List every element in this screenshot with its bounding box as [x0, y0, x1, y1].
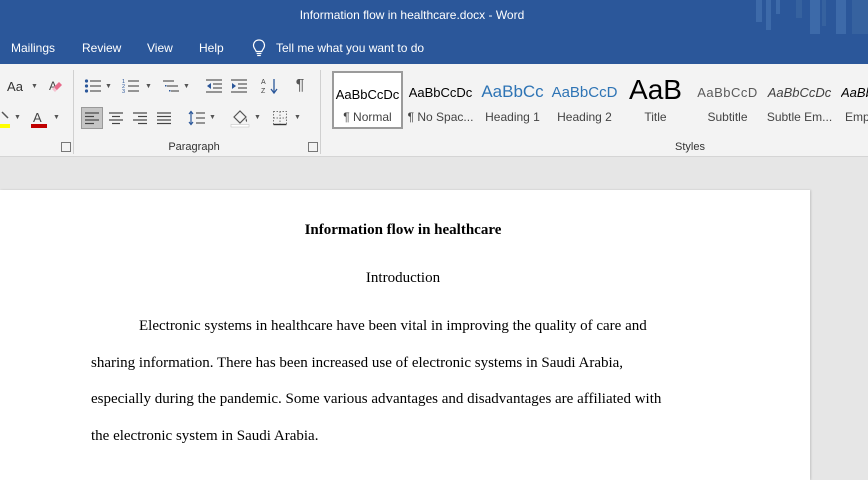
multilevel-list-dropdown-icon[interactable]: ▼	[183, 83, 190, 90]
align-left-icon	[85, 112, 99, 125]
numbering-icon: 1 2 3	[122, 79, 139, 94]
document-page[interactable]: Information flow in healthcare Introduct…	[0, 190, 810, 480]
tell-me-label: Tell me what you want to do	[276, 41, 425, 55]
style-sample: AaBbCcD	[551, 84, 618, 101]
style-label: Subtitle	[707, 110, 748, 124]
increase-indent-button[interactable]	[228, 75, 250, 97]
style-label: Emp	[845, 110, 868, 124]
style-label: Heading 1	[485, 110, 540, 124]
align-right-icon	[133, 112, 147, 125]
style-normal[interactable]: AaBbCcDc ¶ Normal	[332, 71, 403, 129]
shading-dropdown-icon[interactable]: ▼	[254, 114, 261, 121]
style-label: Title	[644, 110, 667, 124]
multilevel-list-button[interactable]	[160, 75, 182, 97]
change-case-button[interactable]: Aa	[0, 76, 30, 96]
group-separator	[320, 70, 321, 154]
sort-button[interactable]: A Z	[259, 75, 281, 97]
style-emphasis[interactable]: AaBbCcDc Emp	[838, 71, 868, 129]
justify-button[interactable]	[153, 107, 175, 129]
paragraph-line: Electronic systems in healthcare have be…	[139, 318, 647, 334]
paint-bucket-icon	[230, 110, 250, 128]
decrease-indent-icon	[206, 79, 222, 93]
ribbon-tabs: Mailings Review View Help Tell me what y…	[0, 34, 868, 64]
style-heading-2[interactable]: AaBbCcD Heading 2	[549, 71, 620, 129]
bullets-icon	[84, 79, 101, 93]
paragraph-line: the electronic system in Saudi Arabia.	[91, 428, 319, 444]
font-color-button[interactable]: A	[28, 108, 50, 130]
ribbon: Aa ▼ A ▼ A ▼ ▼ 1 2 3 ▼ ▼ A Z ¶ ▼ ▼ ▼ Par…	[0, 64, 868, 157]
font-dialog-launcher-icon[interactable]	[61, 142, 71, 152]
style-no-spacing[interactable]: AaBbCcDc ¶ No Spac...	[405, 71, 476, 129]
window-title: Information flow in healthcare.docx - Wo…	[299, 8, 525, 22]
change-case-dropdown-icon[interactable]: ▼	[31, 83, 38, 90]
numbering-button[interactable]: 1 2 3	[120, 75, 142, 97]
multilevel-list-icon	[163, 80, 179, 92]
style-sample: AaBbCc	[481, 82, 544, 101]
style-label: Subtle Em...	[766, 110, 833, 124]
tab-help[interactable]: Help	[199, 41, 224, 55]
style-sample: AaBbCcDc	[335, 87, 400, 102]
highlight-color-dropdown-icon[interactable]: ▼	[14, 114, 21, 121]
tab-review[interactable]: Review	[82, 41, 121, 55]
svg-text:3: 3	[122, 89, 125, 94]
style-subtitle[interactable]: AaBbCcD Subtitle	[692, 71, 763, 129]
style-sample: AaBbCcDc	[841, 85, 868, 100]
svg-text:A: A	[261, 79, 266, 86]
document-title: Information flow in healthcare	[304, 222, 502, 238]
document-heading: Introduction	[365, 270, 441, 286]
align-right-button[interactable]	[129, 107, 151, 129]
align-left-button[interactable]	[81, 107, 103, 129]
font-color-icon: A	[31, 110, 47, 128]
highlighter-icon	[0, 111, 10, 128]
lightbulb-icon	[252, 39, 266, 57]
shading-button[interactable]	[229, 107, 251, 129]
tab-view[interactable]: View	[147, 41, 173, 55]
style-heading-1[interactable]: AaBbCc Heading 1	[477, 71, 548, 129]
bullets-dropdown-icon[interactable]: ▼	[105, 83, 112, 90]
sort-icon: A Z	[261, 79, 278, 95]
pilcrow-icon: ¶	[295, 77, 305, 94]
document-area: Information flow in healthcare Introduct…	[0, 157, 868, 480]
paragraph-line: especially during the pandemic. Some var…	[91, 391, 662, 407]
style-sample: AaBbCcD	[697, 85, 758, 100]
numbering-dropdown-icon[interactable]: ▼	[145, 83, 152, 90]
paragraph-line: sharing information. There has been incr…	[91, 355, 624, 371]
align-center-button[interactable]	[105, 107, 127, 129]
paragraph-group-label: Paragraph	[168, 141, 220, 153]
svg-text:Z: Z	[261, 88, 266, 95]
line-spacing-button[interactable]	[186, 107, 208, 129]
title-bar-decoration	[756, 0, 868, 34]
tab-mailings[interactable]: Mailings	[11, 41, 55, 55]
tell-me-search[interactable]: Tell me what you want to do	[252, 39, 424, 57]
clear-formatting-icon: A	[49, 79, 62, 93]
borders-button[interactable]	[269, 107, 291, 129]
font-color-dropdown-icon[interactable]: ▼	[53, 114, 60, 121]
svg-text:A: A	[33, 110, 42, 125]
highlight-color-button[interactable]	[0, 108, 14, 130]
style-label: ¶ Normal	[343, 110, 392, 124]
borders-dropdown-icon[interactable]: ▼	[294, 114, 301, 121]
paragraph-dialog-launcher-icon[interactable]	[308, 142, 318, 152]
decrease-indent-button[interactable]	[203, 75, 225, 97]
styles-group-label: Styles	[675, 141, 705, 153]
style-sample: AaBbCcDc	[767, 85, 832, 100]
align-center-icon	[109, 112, 123, 125]
justify-icon	[157, 112, 171, 125]
bullets-button[interactable]	[82, 75, 104, 97]
style-label: ¶ No Spac...	[407, 110, 474, 124]
style-subtle-emphasis[interactable]: AaBbCcDc Subtle Em...	[764, 71, 835, 129]
style-label: Heading 2	[557, 110, 612, 124]
borders-icon	[273, 111, 287, 126]
change-case-label: Aa	[7, 78, 23, 94]
style-sample: AaB	[629, 74, 682, 105]
show-hide-formatting-button[interactable]: ¶	[289, 75, 311, 97]
increase-indent-icon	[231, 79, 247, 93]
title-bar: Information flow in healthcare.docx - Wo…	[0, 0, 868, 34]
style-sample: AaBbCcDc	[408, 85, 473, 100]
line-spacing-icon	[188, 110, 205, 126]
line-spacing-dropdown-icon[interactable]: ▼	[209, 114, 216, 121]
style-title[interactable]: AaB Title	[620, 71, 691, 129]
clear-formatting-button[interactable]: A	[44, 75, 66, 97]
